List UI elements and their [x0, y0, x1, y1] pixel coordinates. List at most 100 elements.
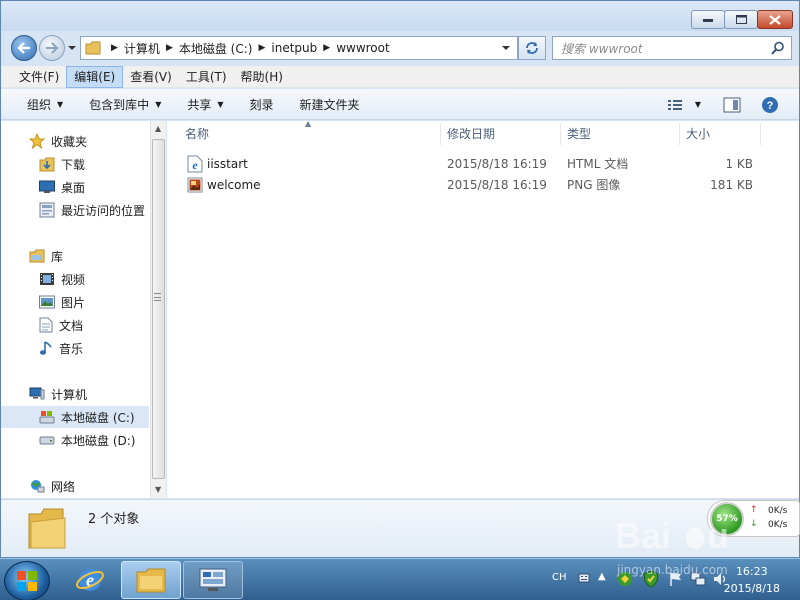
desktop-icon [39, 180, 55, 194]
address-history-dropdown-icon[interactable] [501, 44, 511, 52]
breadcrumb-separator-icon[interactable]: ▶ [258, 43, 265, 53]
search-input[interactable]: 搜索 wwwroot [552, 36, 792, 60]
network-status-icon[interactable] [690, 571, 706, 587]
file-size: 181 KB [710, 178, 753, 192]
system-clock[interactable]: 16:23 2015/8/18 [724, 563, 780, 597]
security-shield-icon[interactable] [642, 570, 660, 588]
input-language[interactable]: CH [552, 572, 567, 583]
breadcrumb-inetpub[interactable]: inetpub [271, 41, 317, 55]
file-row-welcome[interactable]: welcome 2015/8/18 16:19 PNG 图像 181 KB [167, 175, 799, 196]
item-count: 2 个对象 [88, 512, 140, 527]
search-placeholder: 搜索 wwwroot [561, 41, 643, 56]
file-type: HTML 文档 [567, 157, 629, 171]
column-divider[interactable] [679, 123, 680, 145]
menu-view[interactable]: 查看(V) [123, 66, 179, 88]
nav-drive-c[interactable]: 本地磁盘 (C:) [1, 406, 149, 428]
organize-button[interactable]: 组织 ▼ [27, 96, 63, 113]
scroll-down-icon[interactable]: ▼ [155, 485, 161, 494]
breadcrumb-computer[interactable]: 计算机 [124, 40, 160, 57]
search-icon[interactable] [771, 41, 785, 55]
title-bar[interactable] [1, 1, 799, 31]
maximize-button[interactable] [724, 10, 758, 29]
taskbar-internet-explorer[interactable]: e [60, 561, 120, 599]
libraries-icon [29, 249, 45, 263]
nav-computer-label: 计算机 [51, 387, 88, 402]
keyboard-icon[interactable] [578, 571, 590, 585]
burn-label: 刻录 [249, 97, 274, 112]
menu-help[interactable]: 帮助(H) [234, 66, 290, 88]
html-file-icon: e [187, 155, 203, 176]
recent-places-icon [39, 202, 55, 218]
nav-scrollbar[interactable]: ▲ ▼ [150, 121, 166, 498]
include-in-library-button[interactable]: 包含到库中 ▼ [89, 96, 161, 113]
maximize-icon [735, 15, 747, 24]
refresh-button[interactable] [518, 36, 546, 60]
folder-icon [85, 41, 101, 55]
tray-app-icon[interactable] [616, 570, 634, 588]
column-name-header[interactable]: 名称 [185, 121, 209, 147]
network-usage-gauge: 57% [710, 502, 744, 536]
system-drive-icon [39, 410, 55, 424]
file-row-iisstart[interactable]: e iisstart 2015/8/18 16:19 HTML 文档 1 KB [167, 154, 799, 175]
breadcrumb-separator-icon[interactable]: ▶ [111, 43, 118, 53]
nav-desktop[interactable]: 桌面 [1, 176, 149, 198]
address-bar[interactable]: ▶ 计算机 ▶ 本地磁盘 (C:) ▶ inetpub ▶ wwwroot [80, 36, 518, 60]
close-button[interactable] [757, 10, 793, 29]
menu-edit[interactable]: 编辑(E) [66, 65, 124, 88]
scroll-up-icon[interactable]: ▲ [155, 124, 161, 133]
nav-favorites[interactable]: 收藏夹 [1, 130, 149, 152]
taskbar-iis-manager[interactable] [183, 561, 243, 599]
flag-icon[interactable] [668, 571, 684, 587]
star-icon [29, 133, 45, 149]
nav-pictures-label: 图片 [61, 295, 86, 310]
nav-documents[interactable]: 文档 [1, 314, 149, 336]
dropdown-caret-icon: ▼ [217, 99, 224, 109]
dropdown-caret-icon: ▼ [155, 99, 162, 109]
network-speed-widget[interactable]: 57% ↑ 0K/s ↓ 0K/s [707, 500, 800, 537]
nav-videos[interactable]: 视频 [1, 268, 149, 290]
column-modified-header[interactable]: 修改日期 [447, 121, 495, 147]
organize-label: 组织 [27, 97, 52, 112]
share-label: 共享 [187, 97, 212, 112]
breadcrumb-drive-c[interactable]: 本地磁盘 (C:) [179, 40, 253, 57]
nav-downloads[interactable]: 下载 [1, 153, 149, 175]
column-divider[interactable] [440, 123, 441, 145]
menu-tools[interactable]: 工具(T) [179, 66, 234, 88]
share-button[interactable]: 共享 ▼ [187, 96, 223, 113]
column-type-header[interactable]: 类型 [567, 121, 591, 147]
preview-pane-icon[interactable] [723, 97, 741, 113]
forward-button[interactable] [39, 35, 65, 61]
breadcrumb-wwwroot[interactable]: wwwroot [336, 41, 390, 55]
minimize-button[interactable] [691, 10, 725, 29]
nav-computer[interactable]: 计算机 [1, 383, 149, 405]
column-size-header[interactable]: 大小 [686, 121, 710, 147]
nav-music-label: 音乐 [59, 341, 84, 356]
start-button[interactable] [4, 561, 50, 600]
nav-network[interactable]: 网络 [1, 475, 149, 497]
menu-file[interactable]: 文件(F) [12, 66, 66, 88]
recent-pages-dropdown-icon[interactable] [67, 43, 77, 53]
back-button[interactable] [11, 35, 37, 61]
navigation-pane: 收藏夹 下载 桌面 最近访问的位置 库 视频 图片 文档 音乐 计算机 本地磁盘… [1, 121, 166, 498]
breadcrumb-separator-icon[interactable]: ▶ [323, 43, 330, 53]
taskbar-windows-explorer[interactable] [121, 561, 181, 599]
nav-pictures[interactable]: 图片 [1, 291, 149, 313]
show-hidden-icons-icon[interactable]: ▲ [598, 571, 606, 582]
nav-libraries[interactable]: 库 [1, 245, 149, 267]
document-icon [39, 317, 53, 333]
view-dropdown-icon[interactable]: ▼ [695, 100, 701, 109]
breadcrumb-separator-icon[interactable]: ▶ [166, 43, 173, 53]
column-divider[interactable] [760, 123, 761, 145]
burn-button[interactable]: 刻录 [250, 96, 274, 113]
svg-text:?: ? [767, 100, 774, 112]
new-folder-button[interactable]: 新建文件夹 [300, 96, 360, 113]
nav-recent-places[interactable]: 最近访问的位置 [1, 199, 149, 221]
help-icon[interactable]: ? [761, 96, 779, 114]
nav-downloads-label: 下载 [61, 157, 86, 172]
nav-drive-d[interactable]: 本地磁盘 (D:) [1, 429, 149, 451]
view-options-icon[interactable] [667, 98, 683, 112]
nav-recent-places-label: 最近访问的位置 [61, 203, 146, 218]
nav-music[interactable]: 音乐 [1, 337, 149, 359]
scroll-thumb[interactable] [152, 139, 165, 479]
column-divider[interactable] [560, 123, 561, 145]
